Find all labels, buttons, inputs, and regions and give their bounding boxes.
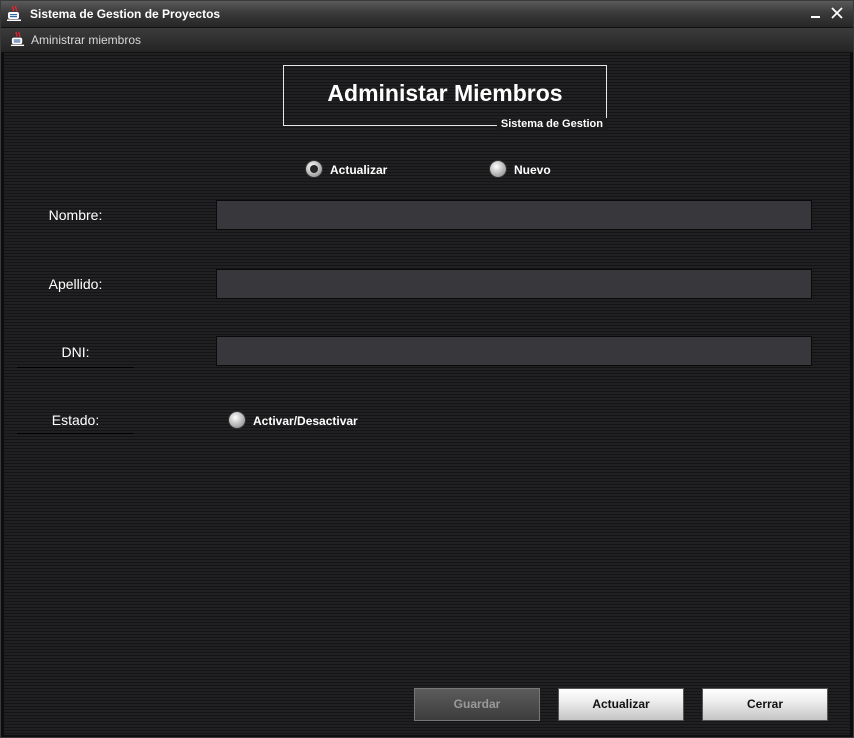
internal-frame-titlebar[interactable]: Aministrar miembros (1, 28, 853, 53)
divider (17, 433, 134, 434)
java-cup-icon (10, 31, 25, 47)
divider (17, 367, 134, 368)
java-cup-icon (7, 5, 21, 21)
actualizar-button[interactable]: Actualizar (558, 688, 684, 721)
minimize-icon[interactable] (809, 5, 823, 21)
radio-actualizar-label[interactable]: Actualizar (330, 163, 387, 177)
apellido-field[interactable] (216, 269, 812, 299)
nombre-label: Nombre: (48, 207, 103, 223)
cerrar-button[interactable]: Cerrar (702, 688, 828, 721)
apellido-label: Apellido: (48, 276, 103, 292)
close-icon[interactable] (830, 5, 844, 21)
content-panel: Administar Miembros Sistema de Gestion A… (4, 53, 850, 735)
dni-field[interactable] (216, 336, 812, 366)
window-titlebar[interactable]: Sistema de Gestion de Proyectos (1, 1, 853, 28)
header-box: Administar Miembros Sistema de Gestion (283, 65, 607, 130)
radio-activar-desactivar-label[interactable]: Activar/Desactivar (253, 414, 358, 428)
radio-actualizar[interactable] (306, 161, 322, 177)
nombre-field[interactable] (216, 200, 812, 230)
window-title: Sistema de Gestion de Proyectos (30, 7, 221, 21)
dni-label: DNI: (61, 344, 90, 360)
radio-nuevo[interactable] (490, 161, 506, 177)
internal-frame-title: Aministrar miembros (31, 33, 142, 47)
page-title: Administar Miembros (327, 80, 563, 106)
radio-activar-desactivar[interactable] (229, 412, 245, 428)
app-window: Sistema de Gestion de Proyectos Aministr… (0, 0, 854, 738)
radio-nuevo-label[interactable]: Nuevo (514, 163, 551, 177)
guardar-button[interactable]: Guardar (414, 688, 540, 721)
header-subtitle: Sistema de Gestion (496, 118, 607, 130)
estado-label: Estado: (51, 412, 100, 428)
